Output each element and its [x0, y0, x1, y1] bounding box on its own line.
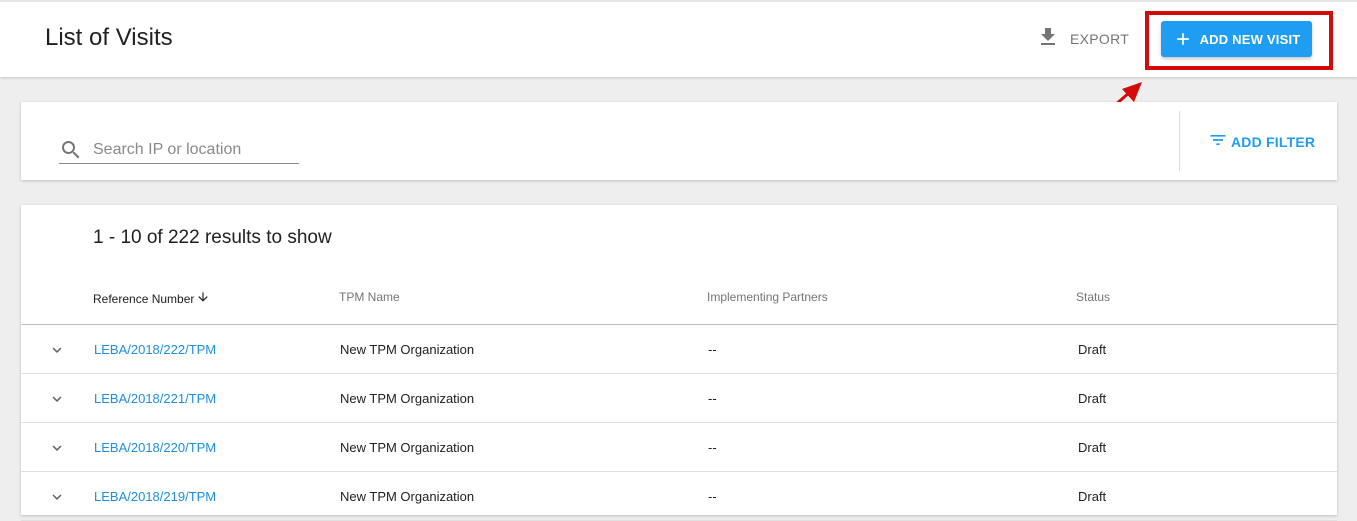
- status-cell: Draft: [1078, 440, 1107, 455]
- arrow-down-icon: [196, 290, 210, 307]
- reference-number-link[interactable]: LEBA/2018/220/TPM: [94, 440, 216, 455]
- page-title: List of Visits: [45, 24, 173, 51]
- implementing-partners-cell: --: [708, 440, 717, 455]
- chevron-down-icon[interactable]: [48, 488, 66, 506]
- reference-number-link[interactable]: LEBA/2018/222/TPM: [94, 342, 216, 357]
- column-header-tpm-name: TPM Name: [339, 290, 400, 304]
- export-label: EXPORT: [1070, 31, 1130, 47]
- column-header-implementing-partners: Implementing Partners: [707, 290, 828, 304]
- tpm-name-cell: New TPM Organization: [340, 489, 475, 504]
- table-row[interactable]: LEBA/2018/222/TPM New TPM Organization -…: [21, 325, 1337, 374]
- filter-list-icon: [1208, 130, 1228, 155]
- reference-number-link[interactable]: LEBA/2018/219/TPM: [94, 489, 216, 504]
- export-button[interactable]: EXPORT: [1036, 26, 1129, 52]
- tpm-name-cell: New TPM Organization: [340, 391, 475, 406]
- column-header-label: Reference Number: [93, 291, 195, 306]
- table-row[interactable]: LEBA/2018/219/TPM New TPM Organization -…: [21, 472, 1337, 521]
- reference-number-link[interactable]: LEBA/2018/221/TPM: [94, 391, 216, 406]
- highlight-annotation-box: [1145, 11, 1333, 70]
- results-count: 1 - 10 of 222 results to show: [93, 227, 332, 248]
- add-filter-label: ADD FILTER: [1231, 134, 1316, 150]
- add-filter-button[interactable]: ADD FILTER: [1208, 132, 1315, 152]
- status-cell: Draft: [1078, 342, 1107, 357]
- column-header-status: Status: [1076, 290, 1111, 304]
- search-input[interactable]: [93, 139, 293, 161]
- download-icon: [1036, 25, 1060, 54]
- filter-card: ADD FILTER: [21, 102, 1337, 180]
- tpm-name-cell: New TPM Organization: [340, 342, 475, 357]
- implementing-partners-cell: --: [708, 489, 717, 504]
- chevron-down-icon[interactable]: [48, 341, 66, 359]
- column-header-reference-number[interactable]: Reference Number: [93, 290, 210, 307]
- search-field[interactable]: [59, 134, 299, 164]
- table-row[interactable]: LEBA/2018/220/TPM New TPM Organization -…: [21, 423, 1337, 472]
- divider: [1179, 111, 1180, 171]
- status-cell: Draft: [1078, 391, 1107, 406]
- chevron-down-icon[interactable]: [48, 390, 66, 408]
- implementing-partners-cell: --: [708, 391, 717, 406]
- tpm-name-cell: New TPM Organization: [340, 440, 475, 455]
- chevron-down-icon[interactable]: [48, 439, 66, 457]
- table-row[interactable]: LEBA/2018/221/TPM New TPM Organization -…: [21, 374, 1337, 423]
- visits-table: 1 - 10 of 222 results to show Reference …: [21, 205, 1337, 521]
- status-cell: Draft: [1078, 489, 1107, 504]
- search-icon: [59, 138, 83, 162]
- implementing-partners-cell: --: [708, 342, 717, 357]
